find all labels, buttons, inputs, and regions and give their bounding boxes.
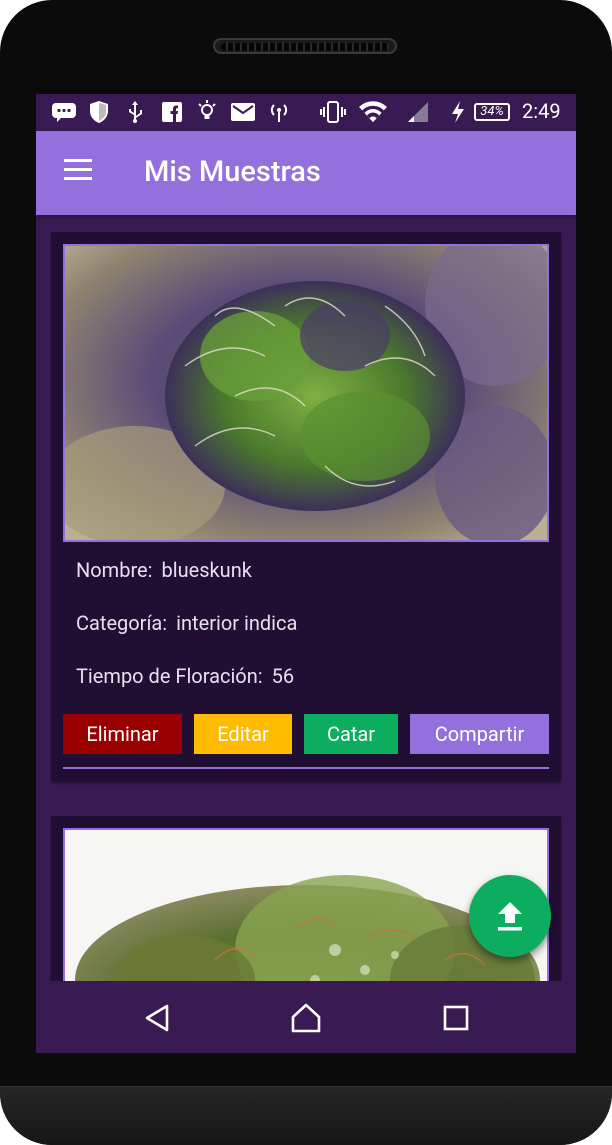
signal-icon — [406, 100, 430, 124]
edit-button[interactable]: Editar — [194, 714, 292, 754]
sample-card: Nombre: blueskunk Categoría: interior indi… — [51, 232, 561, 781]
battery-level: 34% — [480, 104, 504, 119]
hotspot-icon — [268, 100, 290, 124]
wifi-icon — [358, 100, 388, 124]
sample-photo — [63, 244, 549, 542]
app-bar: Mis Muestras — [36, 131, 576, 215]
message-icon — [50, 100, 78, 124]
vibrate-icon — [320, 100, 346, 124]
status-bar: 34% 2:49 — [36, 94, 576, 131]
bulb-icon — [197, 100, 217, 124]
sample-category-row: Categoría: interior indica — [76, 611, 297, 635]
usb-icon — [125, 100, 145, 124]
phone-frame: 34% 2:49 Mis Muestras Nombre: blueskunk … — [0, 0, 612, 1145]
phone-speaker — [213, 38, 397, 54]
delete-button[interactable]: Eliminar — [63, 714, 182, 754]
phone-bottom-bezel — [0, 1086, 612, 1145]
upload-icon — [498, 902, 522, 931]
back-icon[interactable] — [143, 1003, 171, 1033]
home-icon[interactable] — [290, 1002, 322, 1034]
page-title: Mis Muestras — [144, 155, 321, 189]
sample-name-row: Nombre: blueskunk — [76, 558, 252, 582]
shield-icon — [88, 100, 110, 124]
screen: 34% 2:49 Mis Muestras Nombre: blueskunk … — [36, 94, 576, 1053]
battery-icon: 34% — [474, 103, 510, 121]
sample-flowering-row: Tiempo de Floración: 56 — [76, 664, 294, 688]
name-label: Nombre: — [76, 558, 153, 582]
recents-icon[interactable] — [443, 1005, 469, 1031]
card-divider — [63, 767, 549, 769]
charging-icon — [449, 100, 467, 124]
navigation-bar — [36, 981, 576, 1053]
facebook-icon — [161, 100, 183, 124]
flowering-label: Tiempo de Floración: — [76, 664, 263, 688]
flowering-value: 56 — [271, 664, 295, 688]
category-value: interior indica — [176, 611, 298, 635]
category-label: Categoría: — [76, 611, 168, 635]
name-value: blueskunk — [161, 558, 252, 582]
hamburger-menu-icon[interactable] — [64, 159, 92, 181]
status-time: 2:49 — [522, 99, 561, 123]
share-button[interactable]: Compartir — [410, 714, 549, 754]
mail-icon — [231, 100, 255, 124]
taste-button[interactable]: Catar — [304, 714, 398, 754]
upload-fab[interactable] — [469, 875, 551, 957]
